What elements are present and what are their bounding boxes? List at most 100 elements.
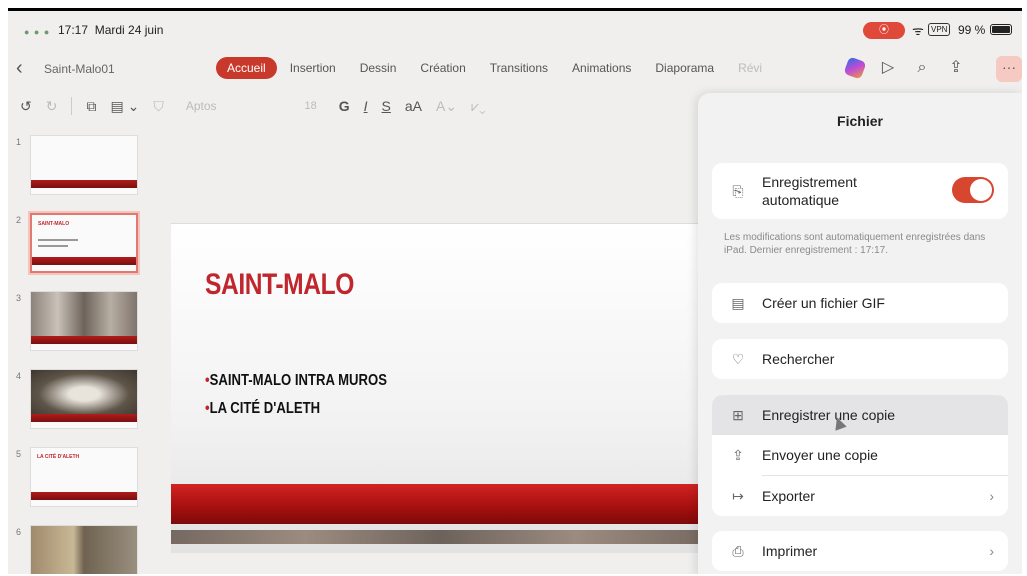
photo-image (31, 370, 137, 418)
app-window: ● ● ● 17:17 Mardi 24 juin ⦿ ᯤ VPN 99 % ‹… (8, 8, 1022, 574)
send-copy-item[interactable]: ⇪ Envoyer une copie (712, 435, 1008, 475)
vpn-badge: VPN (928, 23, 951, 36)
chevron-right-icon: › (989, 543, 994, 559)
thumbnail-preview (30, 525, 138, 574)
search-card: ♡ Rechercher (712, 339, 1008, 379)
autosave-toggle[interactable] (952, 177, 994, 203)
back-chevron-icon[interactable]: ‹ (16, 57, 23, 80)
wifi-icon: ᯤ (912, 23, 924, 38)
slide-thumbnail[interactable]: 6 (8, 525, 148, 574)
bullet-item: •LA CITÉ D'ALETH (205, 400, 321, 417)
slide-thumbnail[interactable]: 5 LA CITÉ D'ALETH (8, 447, 148, 517)
redo-icon[interactable]: ↻ (46, 98, 58, 115)
export-arrow-icon: ↦ (732, 487, 744, 504)
slide-number: 2 (16, 215, 22, 225)
slide-thumbnail[interactable]: 3 (8, 291, 148, 361)
battery-icon (990, 24, 1012, 35)
thumbnail-preview: SAINT-MALO (30, 213, 138, 273)
tab-transitions[interactable]: Transitions (479, 57, 559, 79)
save-copy-item[interactable]: ⊞ Enregistrer une copie (712, 395, 1008, 435)
tab-animations[interactable]: Animations (561, 57, 642, 79)
print-label: Imprimer (762, 543, 818, 559)
thumbnail-preview (30, 291, 138, 351)
tab-diaporama[interactable]: Diaporama (644, 57, 725, 79)
file-menu-panel: Fichier ⎘ Enregistrement automatique Les… (698, 93, 1022, 574)
photo-image (31, 526, 137, 574)
font-size-field[interactable]: 18 (305, 100, 317, 112)
slide-thumbnail-panel: 1 2 SAINT-MALO 3 4 5 LA CITÉ D'ALETH 6 (8, 135, 148, 574)
gif-card: ▤ Créer un fichier GIF (712, 283, 1008, 323)
create-gif-label: Créer un fichier GIF (762, 295, 885, 311)
gif-file-icon: ▤ (731, 294, 745, 311)
highlight-icon[interactable]: ⩗⌄ (471, 98, 486, 115)
save-copy-label: Enregistrer une copie (762, 407, 896, 423)
toolbar-divider (71, 97, 73, 115)
autosave-label: Enregistrement automatique (762, 174, 857, 208)
play-icon[interactable]: ▷ (878, 58, 898, 78)
slide-number: 4 (16, 371, 22, 381)
slide-thumbnail[interactable]: 1 (8, 135, 148, 205)
autosave-note: Les modifications sont automatiquement e… (724, 232, 986, 256)
slide-canvas[interactable]: SAINT-MALO •SAINT-MALO INTRA MUROS •LA C… (171, 223, 711, 553)
recording-indicator-icon: ⦿ (863, 22, 905, 39)
search-label: Rechercher (762, 351, 835, 367)
search-item[interactable]: ♡ Rechercher (712, 339, 1008, 379)
slide-thumbnail[interactable]: 4 (8, 369, 148, 439)
bullet-item: •SAINT-MALO INTRA MUROS (205, 372, 387, 389)
slide-bullets[interactable]: •SAINT-MALO INTRA MUROS •LA CITÉ D'ALETH (205, 372, 427, 428)
font-color-icon[interactable]: A⌄ (436, 98, 457, 115)
thumbnail-preview: LA CITÉ D'ALETH (30, 447, 138, 507)
tab-revision[interactable]: Révi (727, 57, 773, 79)
tab-insertion[interactable]: Insertion (279, 57, 347, 79)
slide-title[interactable]: SAINT-MALO (205, 268, 354, 302)
status-time: 17:17 Mardi 24 juin (58, 23, 164, 37)
slide-thumbnail[interactable]: 2 SAINT-MALO (8, 213, 148, 283)
save-copy-icon: ⊞ (732, 406, 744, 423)
panel-title: Fichier (837, 113, 883, 129)
export-label: Exporter (762, 488, 815, 504)
chevron-right-icon: › (989, 488, 994, 504)
tab-creation[interactable]: Création (409, 57, 476, 79)
format-toolbar: ↺ ↻ ⧉ ▤ ⌄ ⛉ Aptos 18 G I S aA A⌄ ⩗⌄ (8, 91, 698, 121)
ribbon-nav: ‹ Saint-Malo01 Accueil Insertion Dessin … (8, 53, 1022, 85)
slide-number: 3 (16, 293, 22, 303)
share-icon: ⇪ (732, 446, 744, 463)
slide-number: 1 (16, 137, 22, 147)
photo-image (31, 292, 137, 340)
thumbnail-title: LA CITÉ D'ALETH (37, 454, 80, 460)
search-icon[interactable]: ⌕ (912, 58, 932, 78)
send-copy-label: Envoyer une copie (762, 447, 878, 463)
lightbulb-icon: ♡ (731, 350, 745, 367)
thumbnail-preview (30, 369, 138, 429)
tab-accueil[interactable]: Accueil (216, 57, 277, 79)
slide-photo-strip (171, 530, 711, 544)
slide-number: 6 (16, 527, 22, 537)
status-bar: ● ● ● 17:17 Mardi 24 juin ⦿ ᯤ VPN 99 % (8, 11, 1022, 49)
undo-icon[interactable]: ↺ (20, 98, 32, 115)
nav-actions: ▷ ⌕ ⇪ (843, 56, 966, 80)
tab-dessin[interactable]: Dessin (349, 57, 408, 79)
copilot-icon[interactable] (843, 56, 867, 80)
document-name[interactable]: Saint-Malo01 (44, 62, 115, 76)
slide-number: 5 (16, 449, 22, 459)
layout-icon[interactable]: ▤ ⌄ (110, 98, 139, 115)
ribbon-tabs: Accueil Insertion Dessin Création Transi… (216, 57, 773, 79)
new-slide-icon[interactable]: ⧉ (86, 98, 96, 115)
export-item[interactable]: ↦ Exporter › (712, 476, 1008, 516)
create-gif-item[interactable]: ▤ Créer un fichier GIF (712, 283, 1008, 323)
change-case-button[interactable]: aA (405, 98, 422, 114)
multitask-dots-icon[interactable]: ● ● ● (24, 27, 50, 37)
file-actions-card: ⊞ Enregistrer une copie ⇪ Envoyer une co… (712, 395, 1008, 516)
more-options-button[interactable]: ··· (996, 56, 1022, 82)
share-icon[interactable]: ⇪ (946, 58, 966, 78)
italic-button[interactable]: I (364, 98, 368, 114)
print-item[interactable]: ⎙ Imprimer › (712, 531, 1008, 571)
bold-button[interactable]: G (339, 98, 350, 114)
autosave-icon: ⎘ (732, 182, 744, 199)
format-painter-icon[interactable]: ⛉ (153, 98, 164, 115)
battery-percent: 99 % (958, 23, 986, 37)
slide-red-band (171, 484, 711, 524)
thumbnail-title: SAINT-MALO (38, 221, 70, 227)
strikethrough-button[interactable]: S (382, 98, 391, 114)
font-name-field[interactable]: Aptos (186, 99, 217, 113)
